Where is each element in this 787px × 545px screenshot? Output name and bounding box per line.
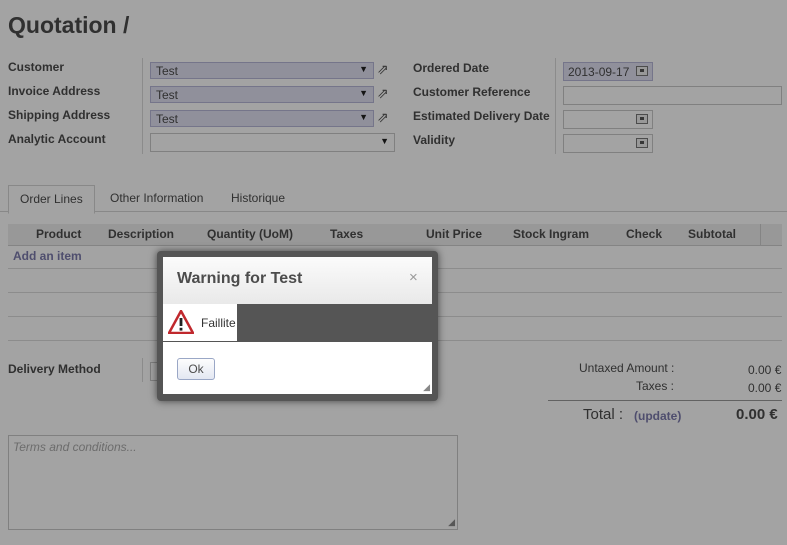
warning-triangle-icon [168, 310, 194, 334]
close-icon[interactable]: × [409, 269, 418, 286]
dialog-message: Faillite [201, 316, 236, 330]
dialog-header: Warning for Test × [163, 257, 432, 304]
ok-button[interactable]: Ok [177, 358, 215, 380]
warning-dialog: Warning for Test × Faillite Ok ◢ [157, 251, 438, 401]
dialog-footer: Ok ◢ [163, 342, 432, 394]
resize-handle-icon[interactable]: ◢ [423, 382, 430, 393]
dialog-title: Warning for Test [177, 270, 303, 287]
dialog-message-area: Faillite [163, 304, 237, 341]
